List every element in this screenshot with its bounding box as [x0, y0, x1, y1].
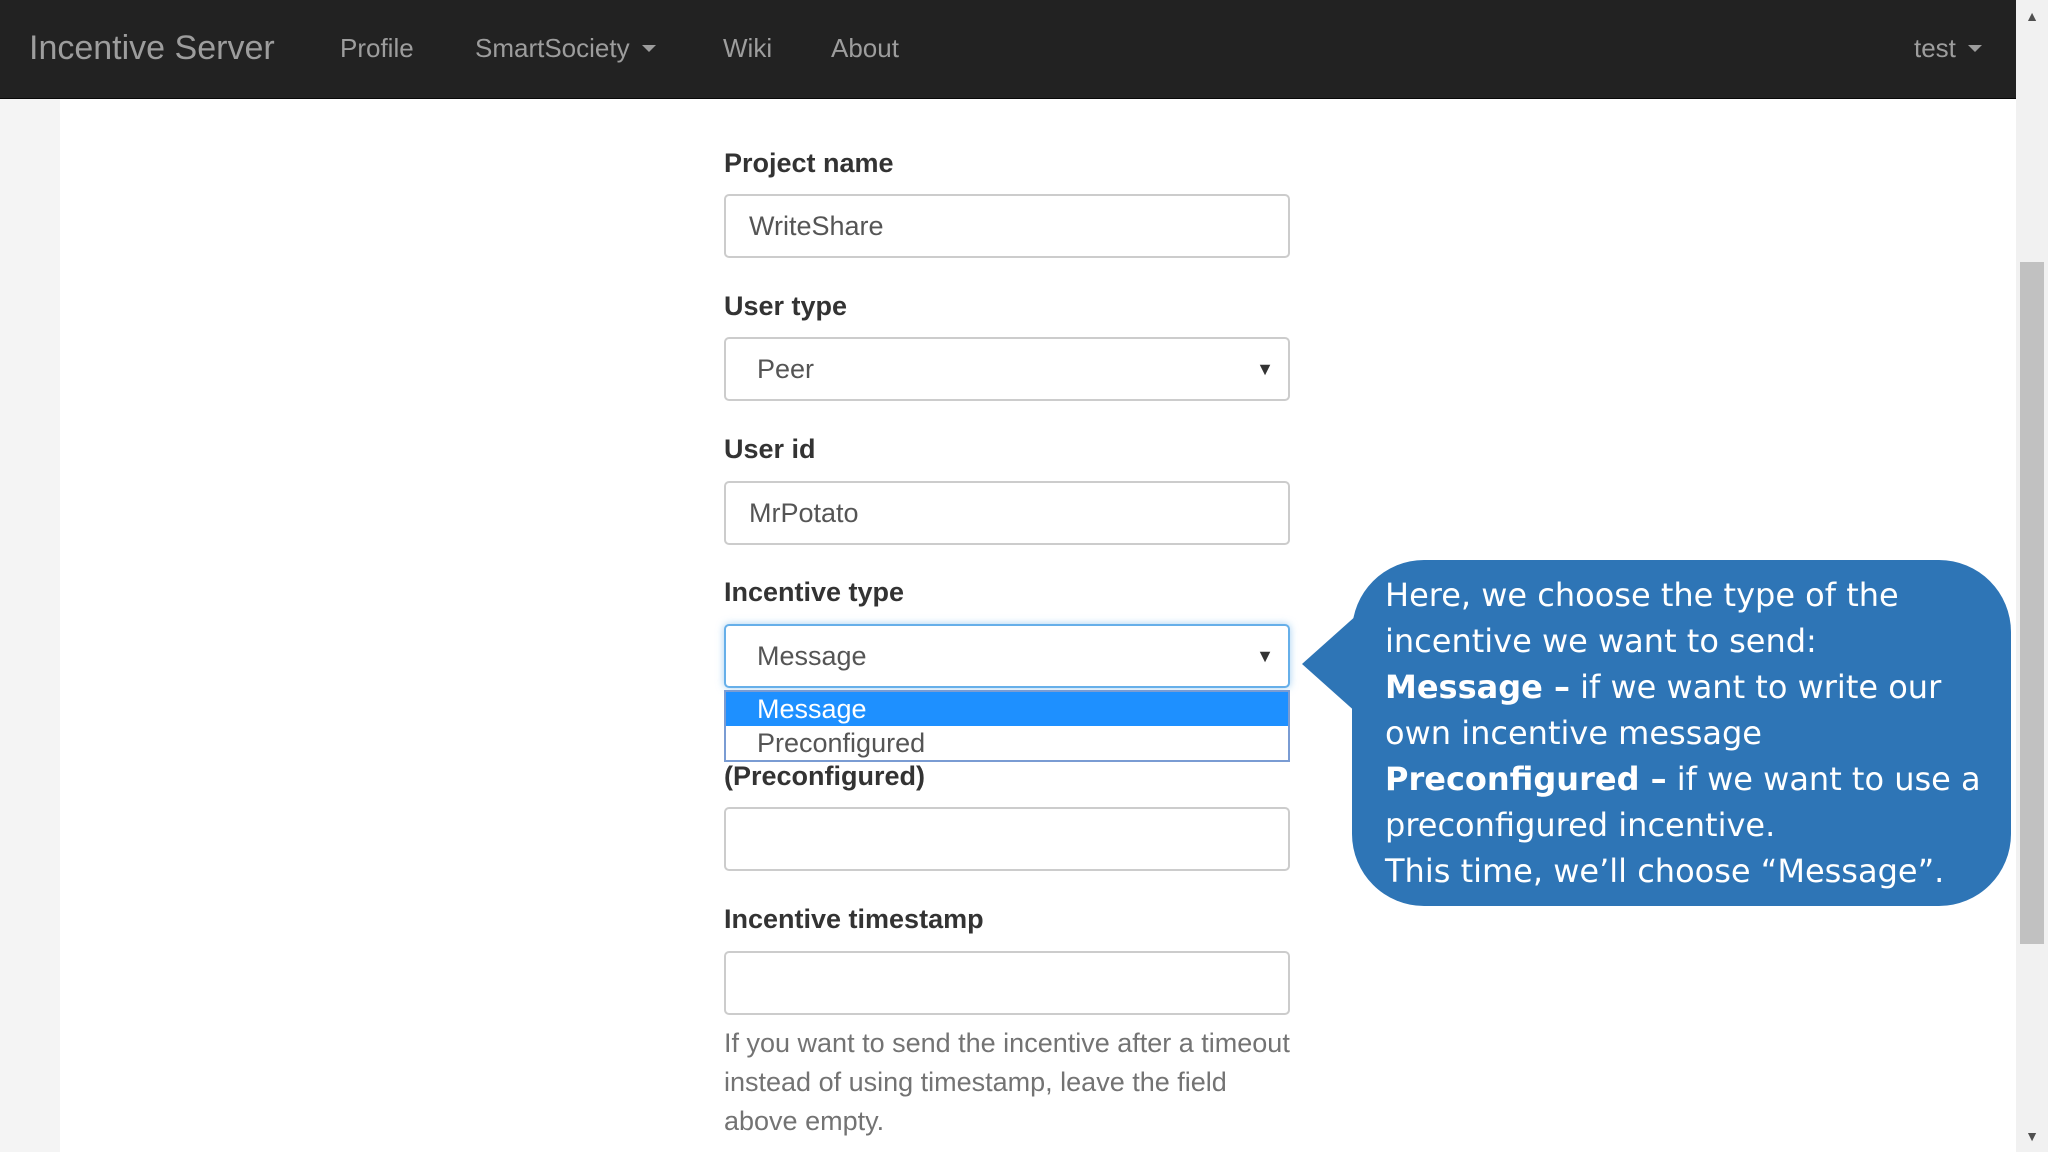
callout-intro: Here, we choose the type of the incentiv…	[1385, 576, 1899, 660]
callout-pointer	[1302, 614, 1358, 714]
brand-link[interactable]: Incentive Server	[29, 0, 275, 98]
nav-smartsociety-label: SmartSociety	[475, 33, 630, 63]
nav-profile-link[interactable]: Profile	[340, 0, 414, 98]
user-menu-label: test	[1914, 33, 1956, 63]
scroll-down-arrow-icon[interactable]: ▼	[2016, 1120, 2048, 1152]
callout-message-term: Message –	[1385, 668, 1570, 706]
scrollbar-thumb[interactable]	[2020, 262, 2044, 944]
timestamp-help-text: If you want to send the incentive after …	[724, 1028, 1290, 1136]
vertical-scrollbar[interactable]: ▲ ▼	[2016, 0, 2048, 1152]
nav-smartsociety-dropdown[interactable]: SmartSociety	[475, 0, 656, 98]
project-name-label: Project name	[724, 148, 894, 178]
incentive-timestamp-label: Incentive timestamp	[724, 904, 984, 934]
callout-closing: This time, we’ll choose “Message”.	[1385, 852, 1945, 890]
incentive-type-select[interactable]: Message ▼	[724, 624, 1290, 688]
project-name-input[interactable]: WriteShare	[724, 194, 1290, 258]
preconfigured-incentive-input[interactable]	[724, 807, 1290, 871]
caret-down-icon	[1967, 45, 1982, 53]
nav-wiki-link[interactable]: Wiki	[723, 0, 772, 98]
incentive-timestamp-input[interactable]	[724, 951, 1290, 1015]
page: Incentive Server Profile SmartSociety Wi…	[0, 0, 2048, 1152]
callout-message-line: Message – if we want to write our own in…	[1385, 664, 1991, 756]
callout-preconfigured-line: Preconfigured – if we want to use a prec…	[1385, 756, 1991, 848]
nav-about-link[interactable]: About	[831, 0, 899, 98]
annotation-callout: Here, we choose the type of the incentiv…	[1352, 560, 2011, 906]
user-menu-dropdown[interactable]: test	[1914, 0, 1982, 98]
user-type-label: User type	[724, 291, 848, 321]
callout-preconfigured-term: Preconfigured –	[1385, 760, 1667, 798]
user-id-label: User id	[724, 434, 816, 464]
user-id-input[interactable]: MrPotato	[724, 481, 1290, 545]
select-arrow-icon: ▼	[1256, 359, 1274, 379]
caret-down-icon	[641, 45, 656, 53]
preconfigured-incentive-label: (Preconfigured)	[724, 761, 926, 791]
incentive-type-dropdown-list: Message Preconfigured	[724, 690, 1290, 762]
page-side-margin	[0, 98, 60, 1152]
user-type-value: Peer	[757, 354, 815, 384]
incentive-type-value: Message	[757, 641, 867, 671]
dropdown-option-preconfigured[interactable]: Preconfigured	[726, 726, 1288, 760]
select-arrow-icon: ▼	[1256, 646, 1274, 666]
dropdown-option-message[interactable]: Message	[726, 692, 1288, 726]
incentive-type-label: Incentive type	[724, 577, 905, 607]
scroll-up-arrow-icon[interactable]: ▲	[2016, 0, 2048, 32]
user-type-select[interactable]: Peer ▼	[724, 337, 1290, 401]
top-navbar: Incentive Server Profile SmartSociety Wi…	[0, 0, 2016, 99]
